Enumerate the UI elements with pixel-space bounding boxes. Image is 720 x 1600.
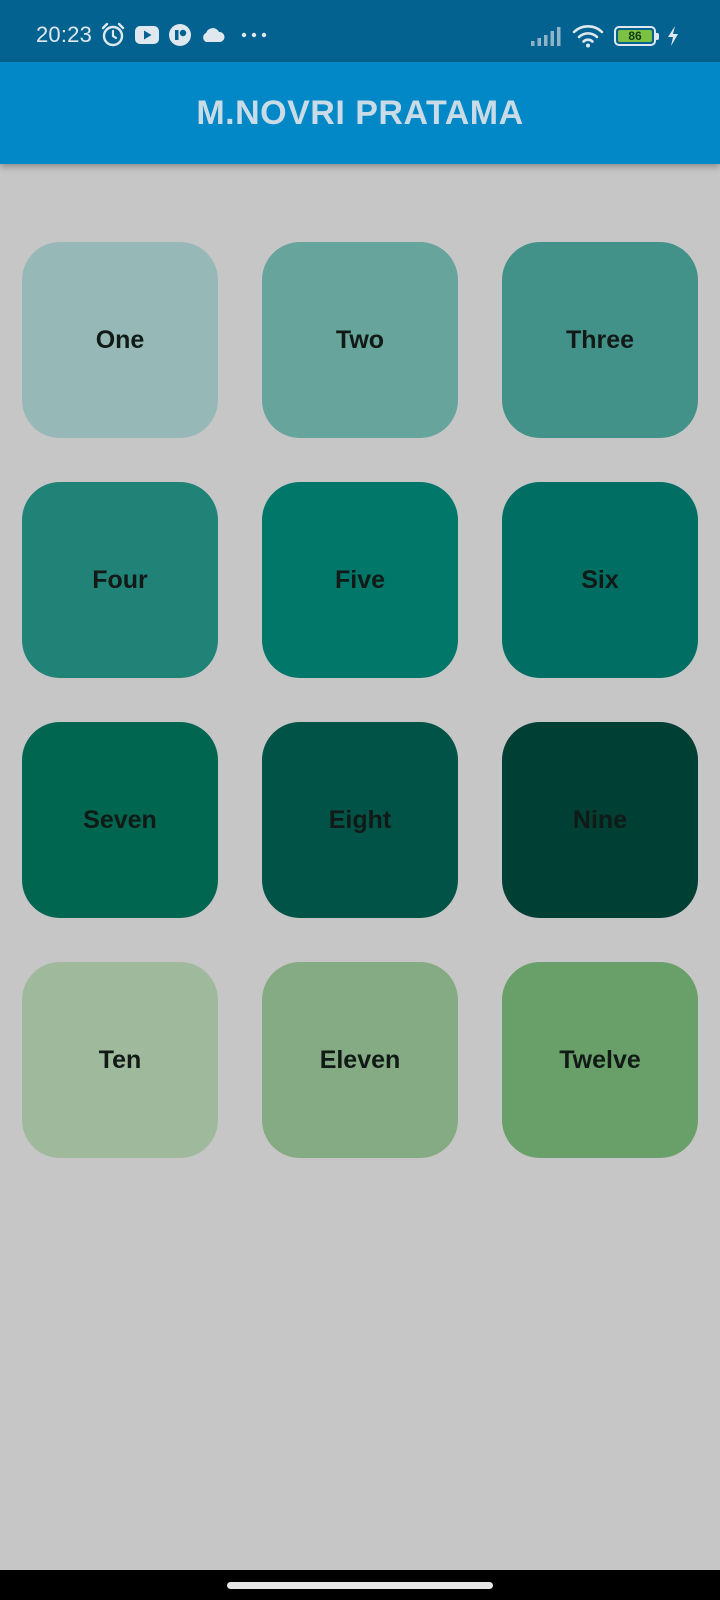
tile-five[interactable]: Five: [262, 482, 458, 678]
tile-label: Seven: [83, 805, 157, 834]
charging-icon: [666, 25, 680, 47]
app-bar: M.NOVRI PRATAMA: [0, 62, 720, 164]
tile-label: Twelve: [559, 1045, 641, 1074]
tile-two[interactable]: Two: [262, 242, 458, 438]
battery-cap: [656, 33, 659, 40]
app-screen: 20:23 86 M.NOVRI PRATAMA One Two Three F…: [0, 0, 720, 1600]
wifi-icon: [572, 24, 604, 48]
status-right-group: 86: [530, 24, 680, 48]
tile-label: Eleven: [319, 1045, 401, 1074]
tile-six[interactable]: Six: [502, 482, 698, 678]
tile-label: Four: [92, 565, 148, 594]
tile-label: Three: [565, 325, 635, 354]
status-left-group: 20:23: [36, 22, 268, 48]
alarm-icon: [100, 22, 126, 48]
youtube-icon: [134, 25, 160, 45]
tile-grid: One Two Three Four Five Six Seven Eight Nine Ten E…: [22, 242, 698, 1158]
tile-three[interactable]: Three: [502, 242, 698, 438]
tile-label: Eight: [328, 805, 392, 834]
status-time: 20:23: [36, 22, 93, 47]
battery-level: 86: [628, 29, 642, 43]
tile-one[interactable]: One: [22, 242, 218, 438]
status-bar: 20:23 86: [0, 0, 720, 62]
tile-eleven[interactable]: Eleven: [262, 962, 458, 1158]
tile-label: Five: [334, 565, 386, 594]
tile-ten[interactable]: Ten: [22, 962, 218, 1158]
app-notification-icon: [168, 23, 192, 47]
tile-label: Nine: [572, 805, 628, 834]
tile-label: One: [95, 325, 145, 354]
tile-label: Six: [581, 565, 619, 594]
tile-label: Two: [335, 325, 385, 354]
battery-fill: 86: [618, 30, 652, 42]
battery-icon: 86: [614, 26, 659, 46]
cloud-icon: [200, 26, 226, 44]
app-title: M.NOVRI PRATAMA: [196, 93, 524, 132]
more-dots-icon: [240, 31, 268, 39]
tile-seven[interactable]: Seven: [22, 722, 218, 918]
tile-four[interactable]: Four: [22, 482, 218, 678]
navigation-bar: [0, 1570, 720, 1600]
home-indicator[interactable]: [227, 1582, 493, 1589]
tile-twelve[interactable]: Twelve: [502, 962, 698, 1158]
tile-nine[interactable]: Nine: [502, 722, 698, 918]
tile-label: Ten: [98, 1045, 142, 1074]
signal-icon: [530, 25, 562, 47]
tile-eight[interactable]: Eight: [262, 722, 458, 918]
